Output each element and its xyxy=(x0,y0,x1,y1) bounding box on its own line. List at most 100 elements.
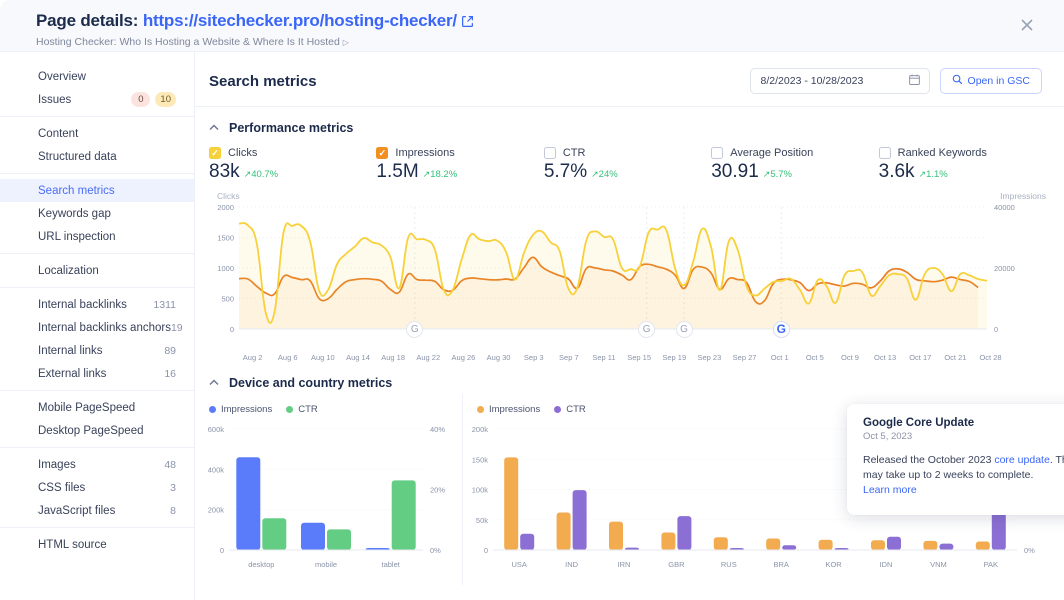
metric-toggle-average-position[interactable]: Average Position xyxy=(711,147,878,159)
device-country-header[interactable]: Device and country metrics xyxy=(195,362,1064,390)
sidebar-item-css-files[interactable]: CSS files 3 xyxy=(0,476,194,499)
svg-text:500: 500 xyxy=(221,295,234,304)
date-range-value: 8/2/2023 - 10/28/2023 xyxy=(760,75,864,87)
external-link-icon[interactable] xyxy=(461,13,474,33)
legend-item-impressions[interactable]: Impressions xyxy=(209,404,272,415)
svg-text:0: 0 xyxy=(994,325,998,334)
sidebar-item-localization[interactable]: Localization xyxy=(0,259,194,282)
bar-ind-impressions xyxy=(556,512,571,550)
svg-text:1500: 1500 xyxy=(217,234,234,243)
close-icon[interactable] xyxy=(1016,14,1038,36)
bar-desktop-ctr xyxy=(262,518,287,550)
sidebar-item-content[interactable]: Content xyxy=(0,122,194,145)
checkbox-clicks[interactable] xyxy=(209,147,221,159)
page-url-link[interactable]: https://sitechecker.pro/hosting-checker/ xyxy=(143,11,457,30)
checkbox-impressions[interactable] xyxy=(376,147,389,159)
sidebar[interactable]: Overview Issues 0 10 Content Structured data S… xyxy=(0,52,195,600)
svg-text:0: 0 xyxy=(220,546,224,555)
chevron-up-icon[interactable] xyxy=(209,123,219,133)
sidebar-item-external-links[interactable]: External links 16 xyxy=(0,362,194,385)
legend-item-ctr[interactable]: CTR xyxy=(554,404,586,415)
sidebar-item-label: External links xyxy=(38,367,107,380)
sidebar-item-html-source[interactable]: HTML source xyxy=(0,533,194,556)
search-icon xyxy=(952,74,963,88)
google-update-marker[interactable]: G xyxy=(675,320,693,338)
svg-text:20000: 20000 xyxy=(994,264,1015,273)
svg-text:20%: 20% xyxy=(430,486,445,495)
legend-label: CTR xyxy=(298,404,318,415)
bar-bra-impressions xyxy=(766,538,781,550)
sidebar-item-keywords-gap[interactable]: Keywords gap xyxy=(0,202,194,225)
date-tick-label: Sep 7 xyxy=(559,353,579,362)
google-update-marker[interactable]: G xyxy=(638,320,656,338)
sidebar-item-javascript-files[interactable]: JavaScript files 8 xyxy=(0,499,194,522)
issue-badges: 0 10 xyxy=(131,92,176,107)
google-update-marker[interactable]: G xyxy=(772,320,790,338)
svg-text:40000: 40000 xyxy=(994,203,1015,212)
svg-text:0%: 0% xyxy=(430,546,441,555)
date-tick-label: Aug 2 xyxy=(242,353,263,362)
bar-ind-ctr xyxy=(572,490,587,550)
checkbox-average-position[interactable] xyxy=(711,147,724,159)
metric-toggle-ranked-keywords[interactable]: Ranked Keywords xyxy=(878,147,1046,159)
chevron-up-icon[interactable] xyxy=(209,378,219,388)
line-chart-svg: 2000 1500 1000 500 0 40000 20000 0 xyxy=(217,203,1015,334)
sidebar-item-search-metrics[interactable]: Search metrics xyxy=(0,179,194,202)
svg-text:600k: 600k xyxy=(208,425,225,434)
calendar-icon[interactable] xyxy=(908,73,921,89)
performance-metrics-header[interactable]: Performance metrics xyxy=(195,107,1064,135)
date-tick-label: Sep 23 xyxy=(697,353,722,362)
svg-text:50k: 50k xyxy=(476,516,488,525)
device-bar-chart-svg: 600k 400k 200k 0 40% 20% 0% desktop mobile tablet xyxy=(208,425,446,569)
metric-number: 1.5M xyxy=(376,161,419,182)
metric-delta-value: 5.7% xyxy=(770,169,792,180)
svg-text:IND: IND xyxy=(565,560,579,569)
section-page-title: Search metrics xyxy=(209,72,317,90)
date-tick-label: Aug 30 xyxy=(486,353,511,362)
legend-item-ctr[interactable]: CTR xyxy=(286,404,318,415)
metric-toggle-clicks[interactable]: Clicks xyxy=(209,147,376,159)
search-metrics-line-chart: Clicks Impressions 2000 1500 1000 500 0 40000… xyxy=(209,191,1046,351)
sidebar-item-overview[interactable]: Overview xyxy=(0,65,194,88)
metric-toggle-ctr[interactable]: CTR xyxy=(543,147,711,159)
metric-value-ranked-keywords: 3.6k ↗1.1% xyxy=(879,161,1046,183)
device-metrics-chart: Impressions CTR 600k 400k 200k 0 40% 20% 0% desk… xyxy=(195,394,463,585)
line-chart-right-axis-label: Impressions xyxy=(1000,191,1046,201)
metric-label-impressions: Impressions xyxy=(395,147,455,159)
open-in-gsc-button[interactable]: Open in GSC xyxy=(939,68,1042,94)
legend-label: CTR xyxy=(566,404,586,415)
sidebar-item-label: Keywords gap xyxy=(38,207,111,220)
date-tick-label: Oct 1 xyxy=(770,353,789,362)
google-update-marker[interactable]: G xyxy=(406,320,424,338)
sidebar-item-internal-links[interactable]: Internal links 89 xyxy=(0,339,194,362)
metric-label-average-position: Average Position xyxy=(730,147,814,159)
sidebar-item-images[interactable]: Images 48 xyxy=(0,453,194,476)
checkbox-ctr[interactable] xyxy=(543,147,556,159)
sidebar-item-url-inspection[interactable]: URL inspection xyxy=(0,225,194,248)
metric-delta-value: 18.2% xyxy=(430,169,458,180)
sidebar-item-structured-data[interactable]: Structured data xyxy=(0,145,194,168)
bar-idn-ctr xyxy=(887,536,901,550)
bar-tablet-ctr xyxy=(391,480,416,550)
bar-mobile-impressions xyxy=(301,522,325,550)
checkbox-ranked-keywords[interactable] xyxy=(878,147,891,159)
expand-caret-icon[interactable]: ▷ xyxy=(343,38,349,47)
metric-toggle-impressions[interactable]: Impressions xyxy=(376,147,543,159)
sidebar-item-internal-backlinks-anchors[interactable]: Internal backlinks anchors 19 xyxy=(0,316,194,339)
metric-delta: ↗40.7% xyxy=(244,169,278,180)
legend-item-impressions[interactable]: Impressions xyxy=(477,404,540,415)
svg-text:2000: 2000 xyxy=(217,203,234,212)
metric-delta-value: 40.7% xyxy=(251,169,279,180)
main-panel: Search metrics 8/2/2023 - 10/28/2023 Ope… xyxy=(195,52,1064,600)
date-range-picker[interactable]: 8/2/2023 - 10/28/2023 xyxy=(749,68,930,94)
sidebar-item-issues[interactable]: Issues 0 10 xyxy=(0,88,194,111)
sidebar-item-internal-backlinks[interactable]: Internal backlinks 1311 xyxy=(0,293,194,316)
learn-more-link[interactable]: Learn more xyxy=(863,483,1064,498)
sidebar-item-desktop-pagespeed[interactable]: Desktop PageSpeed xyxy=(0,419,194,442)
core-update-link[interactable]: core update xyxy=(994,454,1049,466)
sidebar-item-mobile-pagespeed[interactable]: Mobile PageSpeed xyxy=(0,396,194,419)
svg-text:KOR: KOR xyxy=(825,560,842,569)
page-meta-title: Hosting Checker: Who Is Hosting a Websit… xyxy=(36,36,1064,48)
svg-text:0: 0 xyxy=(484,546,488,555)
metric-value-clicks: 83k ↗40.7% xyxy=(209,161,376,183)
